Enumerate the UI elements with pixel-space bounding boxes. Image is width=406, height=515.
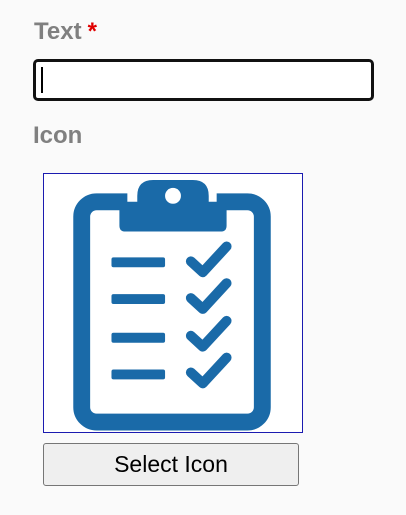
text-input[interactable] [33, 59, 374, 101]
icon-label: Icon [33, 122, 83, 149]
text-label: Text [34, 18, 82, 45]
icon-preview [43, 173, 303, 433]
text-field-label: Text * [34, 16, 97, 48]
text-cursor [41, 67, 43, 93]
clipboard-checklist-icon [73, 179, 271, 431]
select-icon-button[interactable]: Select Icon [43, 443, 299, 486]
required-marker: * [87, 18, 97, 45]
icon-form: Text * Icon Select Icon [0, 0, 406, 515]
